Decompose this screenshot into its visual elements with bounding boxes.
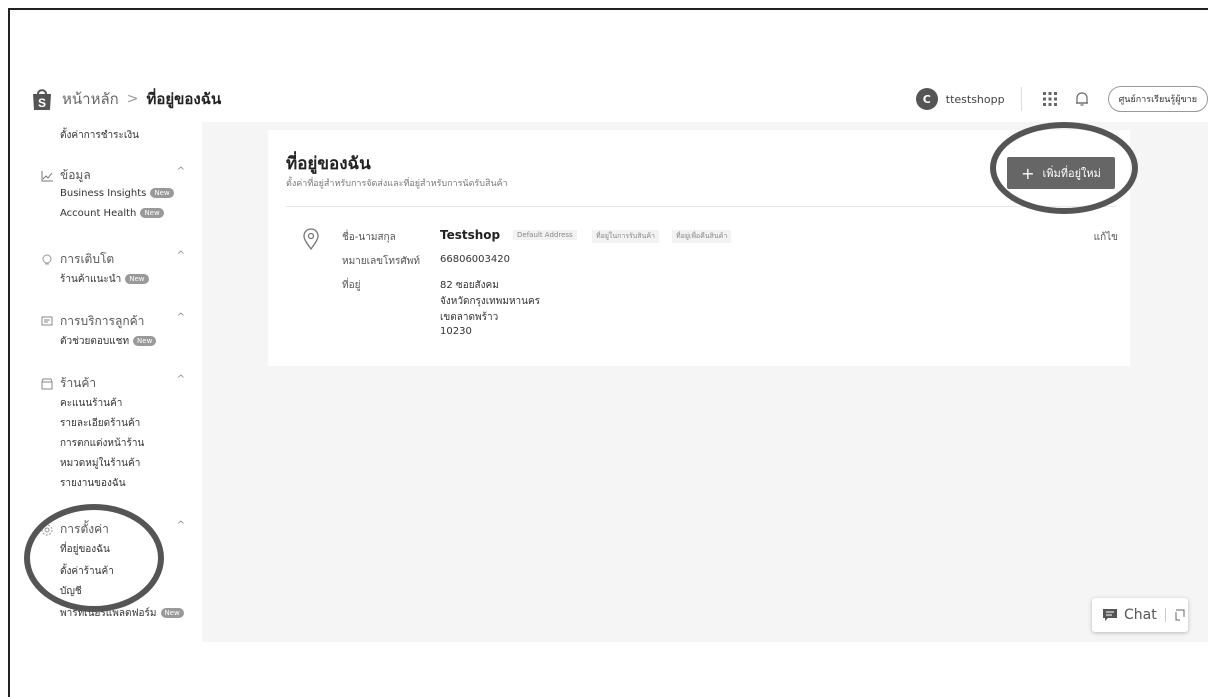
chat-icon <box>1103 609 1117 621</box>
phone-label: หมายเลขโทรศัพท์ <box>342 256 420 267</box>
sidebar-item-label: ตัวช่วยตอบแชท <box>60 336 130 347</box>
chat-bubble-icon <box>40 315 54 329</box>
sidebar-item-shop-profile[interactable]: รายละเอียดร้านค้า <box>60 416 140 431</box>
page-title: ที่อยู่ของฉัน <box>286 154 371 174</box>
sidebar-item-label: Business Insights <box>60 188 147 199</box>
sidebar-item-business-insights[interactable]: Business Insights New <box>60 188 174 199</box>
location-pin-icon <box>302 228 322 251</box>
apps-grid-icon[interactable] <box>1038 87 1062 111</box>
return-address-tag: ที่อยู่เพื่อคืนสินค้า <box>672 230 732 243</box>
sidebar-section-data[interactable]: ข้อมูล ^ <box>41 166 195 185</box>
address-line-4: 10230 <box>440 326 472 337</box>
phone-value: 66806003420 <box>440 254 510 265</box>
annotation-circle-settings <box>24 504 164 612</box>
pickup-address-tag: ที่อยู่ในการรับสินค้า <box>592 230 659 243</box>
edit-link[interactable]: แก้ไข <box>1094 230 1118 245</box>
default-address-tag: Default Address <box>513 230 577 240</box>
sidebar-section-label: ร้านค้า <box>60 376 97 390</box>
sidebar-section-customer-service[interactable]: การบริการลูกค้า ^ <box>41 312 195 331</box>
sidebar-item-payment-settings[interactable]: ตั้งค่าการชำระเงิน <box>60 128 139 143</box>
address-line-1: 82 ซอยสังคม <box>440 280 499 291</box>
sidebar-section-growth[interactable]: การเติบโต ^ <box>42 250 195 269</box>
sidebar-section-label: ข้อมูล <box>60 168 91 182</box>
chevron-up-icon[interactable]: ^ <box>177 166 185 177</box>
annotation-circle-add-button <box>990 122 1138 214</box>
page-subtitle: ตั้งค่าที่อยู่สำหรับการจัดส่งและที่อยู่ส… <box>286 179 508 189</box>
shop-logo-icon[interactable]: S <box>30 87 54 111</box>
breadcrumb-current: ที่อยู่ของฉัน <box>146 90 222 108</box>
chat-label: Chat <box>1124 607 1157 623</box>
name-label: ชื่อ-นามสกุล <box>342 232 396 243</box>
chat-widget[interactable]: Chat <box>1092 598 1188 632</box>
sidebar-item-shop-rating[interactable]: คะแนนร้านค้า <box>60 396 122 411</box>
address-line-2: จังหวัดกรุงเทพมหานคร <box>440 296 541 307</box>
chevron-up-icon[interactable]: ^ <box>177 312 185 323</box>
bulb-icon <box>40 253 54 267</box>
new-badge: New <box>140 208 164 218</box>
top-header: S หน้าหลัก > ที่อยู่ของฉัน C ttestshopp … <box>30 80 1208 118</box>
breadcrumb: หน้าหลัก > ที่อยู่ของฉัน <box>62 87 221 111</box>
chevron-up-icon[interactable]: ^ <box>177 520 185 531</box>
address-name: Testshop <box>440 228 501 242</box>
new-badge: New <box>125 274 149 284</box>
header-divider <box>1020 87 1022 111</box>
address-label: ที่อยู่ <box>342 280 361 291</box>
breadcrumb-separator: > <box>126 91 139 107</box>
sidebar-section-label: การเติบโต <box>60 252 115 266</box>
breadcrumb-home[interactable]: หน้าหลัก <box>62 87 119 111</box>
chat-divider <box>1164 608 1166 622</box>
minimize-icon[interactable] <box>1174 609 1186 621</box>
seller-center-button[interactable]: ศูนย์การเรียนรู้ผู้ขาย <box>1107 86 1208 112</box>
avatar[interactable]: C <box>915 88 938 110</box>
store-icon <box>40 377 54 391</box>
chevron-up-icon[interactable]: ^ <box>177 374 185 385</box>
chevron-up-icon[interactable]: ^ <box>177 250 185 261</box>
sidebar-item-recommended-shops[interactable]: ร้านค้าแนะนำ New <box>60 272 149 287</box>
sidebar-item-shop-decoration[interactable]: การตกแต่งหน้าร้าน <box>60 436 144 451</box>
sidebar-item-shop-categories[interactable]: หมวดหมู่ในร้านค้า <box>60 456 140 471</box>
new-badge: New <box>133 336 157 346</box>
bell-icon[interactable] <box>1070 87 1094 111</box>
sidebar-item-label: Account Health <box>60 208 137 219</box>
header-actions: C ttestshopp ศูนย์การเรียนรู้ผู้ขาย <box>915 80 1208 118</box>
new-badge: New <box>160 608 184 618</box>
divider <box>286 206 1116 207</box>
new-badge: New <box>150 188 174 198</box>
sidebar-section-shop[interactable]: ร้านค้า ^ <box>41 374 195 393</box>
sidebar-item-account-health[interactable]: Account Health New <box>60 208 164 219</box>
sidebar-item-my-reports[interactable]: รายงานของฉัน <box>60 476 126 491</box>
sidebar-section-label: การบริการลูกค้า <box>60 314 145 328</box>
address-line-3: เขตลาดพร้าว <box>440 312 499 323</box>
svg-text:S: S <box>38 96 46 110</box>
sidebar-item-label: ร้านค้าแนะนำ <box>60 274 122 285</box>
chart-icon <box>40 169 54 183</box>
username[interactable]: ttestshopp <box>946 93 1005 106</box>
sidebar-item-chat-assistant[interactable]: ตัวช่วยตอบแชท New <box>60 334 157 349</box>
